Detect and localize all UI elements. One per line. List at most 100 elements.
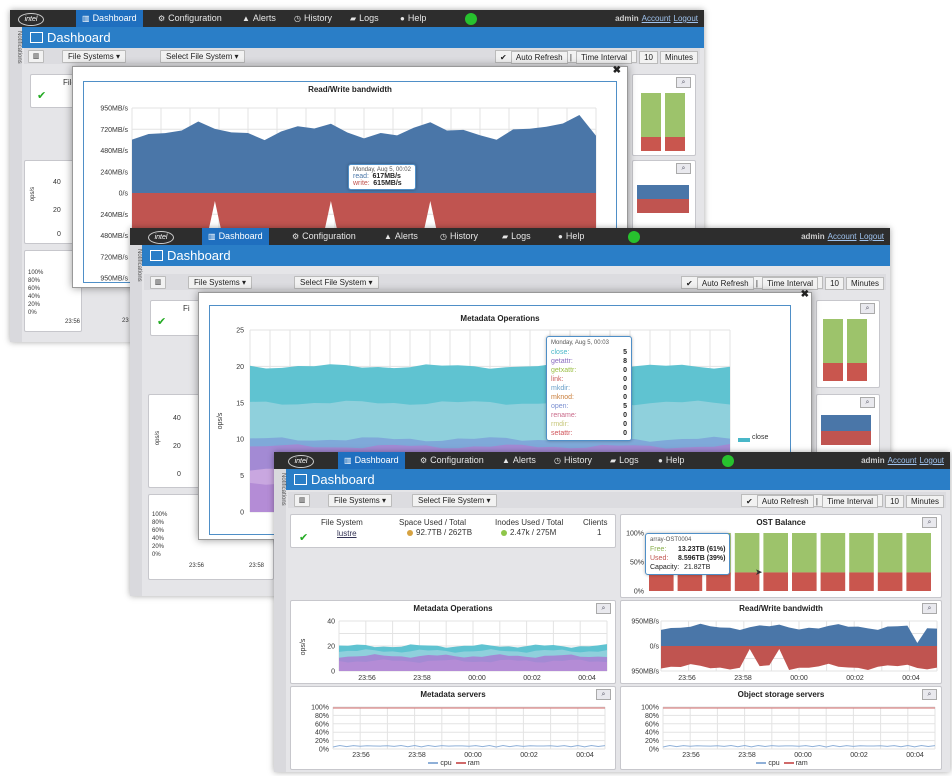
rw-y-tick: 950MB/s [100, 106, 128, 113]
unit-select[interactable]: Minutes [845, 277, 884, 290]
auto-refresh-button[interactable]: ✔ Auto Refresh | Time Interval [680, 276, 824, 290]
meta-y-tick: 25 [236, 328, 244, 335]
notifications-tab[interactable]: Notifications [130, 245, 142, 596]
write-area [661, 646, 937, 670]
nav-help[interactable]: ● Help [658, 452, 684, 469]
chart-icon: ▥ [208, 232, 216, 241]
status-dot [465, 13, 477, 25]
mds-panel: Metadata servers ⌕ 100% 80% 60% 40% 20% 0% 23:… [290, 686, 616, 770]
interval-select[interactable]: 10 [885, 495, 904, 508]
server-x-tick: 00:02 [520, 752, 538, 759]
auto-refresh-button[interactable]: ✔ Auto Refresh | Time Interval [494, 50, 638, 64]
nav-logs[interactable]: ▰ Logs [502, 228, 531, 245]
refresh-controls: ✔ Auto Refresh | Time Interval 10 Minutes [739, 494, 944, 508]
rw-mini-x-tick: 00:02 [846, 675, 864, 682]
interval-select[interactable]: 10 [825, 277, 844, 290]
select-fs-dropdown[interactable]: Select File System ▾ [412, 494, 497, 507]
title-bar: Dashboard [10, 27, 704, 48]
meta-y-tick: 10 [236, 437, 244, 444]
chart-icon: ▥ [82, 14, 90, 23]
nav-history[interactable]: ◷ History [294, 10, 332, 27]
dashboard-icon [30, 32, 43, 43]
file-systems-dropdown[interactable]: File Systems ▾ [188, 276, 253, 289]
home-crumb[interactable]: ▥ [28, 50, 44, 63]
zoom-icon[interactable]: ⌕ [860, 397, 875, 408]
chart-tooltip: Monday, Aug 5, 00:02 read: 617MB/s write… [348, 164, 416, 190]
nav-history[interactable]: ◷ History [554, 452, 592, 469]
file-systems-dropdown[interactable]: File Systems ▾ [328, 494, 393, 507]
zoom-icon[interactable]: ⌕ [860, 303, 875, 314]
server-y-tick: 0% [319, 747, 329, 754]
server-y-tick: 100% [641, 705, 659, 712]
rw-mini-x-tick: 00:00 [790, 675, 808, 682]
ost-free-bar [849, 533, 874, 573]
meta-mini-y-tick: 40 [327, 619, 335, 626]
meta-y-tick: 5 [240, 473, 244, 480]
unit-select[interactable]: Minutes [905, 495, 944, 508]
home-crumb[interactable]: ▥ [150, 276, 166, 289]
ost-bar [847, 363, 867, 381]
nav-help[interactable]: ● Help [400, 10, 426, 27]
oss-chart: 100%80%60% 40%20% 0% 23:56 23:58 00:00 00:02 00… [641, 705, 936, 759]
nav-history[interactable]: ◷ History [440, 228, 478, 245]
server-x-tick: 00:02 [850, 752, 868, 759]
ost-used-bar [677, 572, 703, 591]
account-link[interactable]: Account [642, 14, 671, 23]
ost-panel-stub: ⌕ [632, 74, 696, 156]
close-icon[interactable]: ✖ [613, 65, 621, 76]
unit-select[interactable]: Minutes [659, 51, 698, 64]
rw-mini-x-tick: 23:56 [678, 675, 696, 682]
nav-dashboard[interactable]: ▥ Dashboard [202, 228, 269, 245]
nav-dashboard[interactable]: ▥ Dashboard [76, 10, 143, 27]
account-link[interactable]: Account [888, 456, 917, 465]
clock-icon: ◷ [554, 456, 561, 465]
nav-help[interactable]: ● Help [558, 228, 584, 245]
rw-mini-x-tick: 00:04 [902, 675, 920, 682]
select-fs-dropdown[interactable]: Select File System ▾ [160, 50, 245, 63]
nav-configuration[interactable]: ⚙ Configuration [292, 228, 356, 245]
zoom-icon[interactable]: ⌕ [676, 163, 691, 174]
notifications-tab[interactable]: Notifications [10, 27, 22, 342]
dashboard-icon [294, 474, 307, 485]
file-systems-dropdown[interactable]: File Systems ▾ [62, 50, 127, 63]
account-link[interactable]: Account [828, 232, 857, 241]
rw-write-stub [821, 431, 871, 445]
ost-free-bar [792, 533, 817, 573]
nav-logs[interactable]: ▰ Logs [610, 452, 639, 469]
nav-alerts[interactable]: ▲ Alerts [384, 228, 418, 245]
server-x-tick: 00:04 [906, 752, 924, 759]
nav-dashboard[interactable]: ▥ Dashboard [338, 452, 405, 469]
rw-y-tick: 240MB/s [100, 212, 128, 219]
home-crumb[interactable]: ▥ [294, 494, 310, 507]
server-y-tick: 60% [645, 721, 659, 728]
server-y-tick: 20% [645, 738, 659, 745]
logout-link[interactable]: Logout [920, 456, 944, 465]
logout-link[interactable]: Logout [860, 232, 884, 241]
notifications-tab[interactable]: Notifications [274, 469, 286, 772]
fs-inodes-value: 2.47k / 275M [510, 528, 557, 537]
server-x-tick: 23:56 [352, 752, 370, 759]
logout-link[interactable]: Logout [674, 14, 698, 23]
nav-configuration[interactable]: ⚙ Configuration [420, 452, 484, 469]
clock-icon: ◷ [294, 14, 301, 23]
chart-tooltip: Monday, Aug 5, 00:03 close: 5 getattr: 8 g… [546, 336, 632, 441]
zoom-icon[interactable]: ⌕ [676, 77, 691, 88]
interval-select[interactable]: 10 [639, 51, 658, 64]
nav-alerts[interactable]: ▲ Alerts [242, 10, 276, 27]
gear-icon: ⚙ [158, 14, 166, 23]
close-icon[interactable]: ✖ [801, 289, 809, 300]
fs-clients-value: 1 [597, 528, 602, 537]
nav-logs[interactable]: ▰ Logs [350, 10, 379, 27]
rw-read-stub [637, 185, 689, 199]
ost-panel-stub: ⌕ [816, 300, 880, 388]
top-nav: intel ▥ Dashboard ⚙ Configuration ▲ Alerts … [10, 10, 704, 27]
auto-refresh-button[interactable]: ✔ Auto Refresh | Time Interval [740, 494, 884, 508]
select-fs-dropdown[interactable]: Select File System ▾ [294, 276, 379, 289]
server-y-tick: 20% [315, 738, 329, 745]
logs-icon: ▰ [502, 232, 509, 241]
fs-name-link[interactable]: lustre [337, 529, 357, 538]
ost-free-bar [877, 533, 903, 573]
check-icon: ✔ [37, 90, 47, 102]
nav-configuration[interactable]: ⚙ Configuration [158, 10, 222, 27]
nav-alerts[interactable]: ▲ Alerts [502, 452, 536, 469]
